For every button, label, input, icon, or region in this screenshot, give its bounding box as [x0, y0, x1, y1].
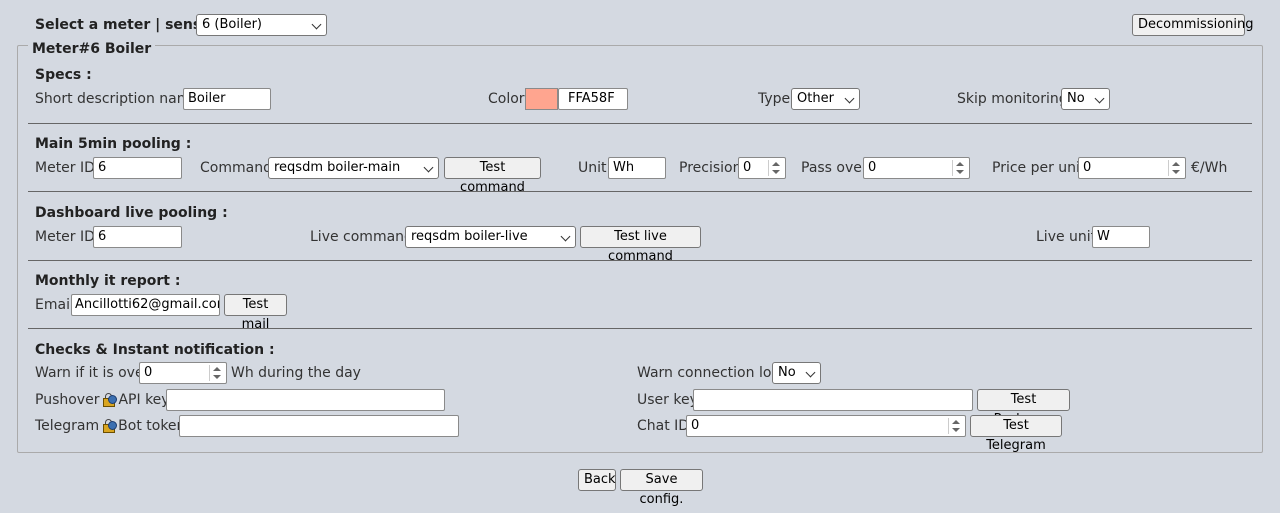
- main-pooling-heading: Main 5min pooling :: [35, 136, 192, 152]
- spinner-icon[interactable]: [209, 365, 224, 381]
- test-mail-button[interactable]: Test mail: [224, 294, 287, 332]
- pushover-text: Pushover: [35, 392, 100, 408]
- chevron-down-icon: [311, 19, 322, 30]
- pass-over-input[interactable]: 0: [863, 157, 970, 179]
- divider: [28, 328, 1252, 329]
- spinner-icon[interactable]: [1168, 160, 1183, 176]
- specs-heading: Specs :: [35, 67, 92, 83]
- warn-connection-value: No: [778, 365, 796, 380]
- live-pooling-heading: Dashboard live pooling :: [35, 205, 228, 221]
- live-unit-label: Live unit: [1036, 229, 1097, 245]
- command-select-value: reqsdm boiler-main: [274, 160, 401, 175]
- bot-token-text: Bot token: [118, 418, 186, 434]
- live-command-select[interactable]: reqsdm boiler-live: [405, 226, 576, 248]
- meter-id-label: Meter ID: [35, 160, 95, 176]
- type-select-value: Other: [797, 91, 834, 106]
- precision-label: Precision: [679, 160, 742, 176]
- meter-select-value: 6 (Boiler): [202, 17, 262, 32]
- chevron-down-icon: [560, 231, 571, 242]
- command-select[interactable]: reqsdm boiler-main: [268, 157, 439, 179]
- live-command-select-value: reqsdm boiler-live: [411, 229, 528, 244]
- lock-key-icon: [101, 418, 118, 433]
- price-label: Price per unit: [992, 160, 1086, 176]
- divider: [28, 123, 1252, 124]
- unit-input[interactable]: Wh: [608, 157, 666, 179]
- pass-over-label: Pass over: [801, 160, 868, 176]
- live-meter-id-label: Meter ID: [35, 229, 95, 245]
- telegram-text: Telegram: [35, 418, 100, 434]
- pass-over-value: 0: [868, 160, 877, 175]
- short-desc-label: Short description name: [35, 91, 200, 107]
- warn-over-input[interactable]: 0: [139, 362, 227, 384]
- test-command-button[interactable]: Test command: [444, 157, 541, 195]
- color-label: Color: [488, 91, 525, 107]
- checks-heading: Checks & Instant notification :: [35, 342, 275, 358]
- fieldset-legend: Meter#6 Boiler: [28, 41, 156, 57]
- live-meter-id-input[interactable]: 6: [93, 226, 182, 248]
- spinner-icon[interactable]: [948, 418, 963, 434]
- divider: [28, 260, 1252, 261]
- price-input[interactable]: 0: [1078, 157, 1186, 179]
- back-button[interactable]: Back: [578, 469, 616, 491]
- meter-select[interactable]: 6 (Boiler): [196, 14, 327, 36]
- warn-over-suffix: Wh during the day: [231, 365, 361, 381]
- test-live-command-button[interactable]: Test live command: [580, 226, 701, 264]
- email-label: Email: [35, 297, 74, 313]
- type-label: Type: [758, 91, 791, 107]
- precision-value: 0: [743, 160, 752, 175]
- email-input[interactable]: Ancillotti62@gmail.com: [71, 294, 220, 316]
- pushover-label: Pushover API key: [35, 392, 170, 408]
- test-pushover-button[interactable]: Test Pushover: [977, 389, 1070, 427]
- decommissioning-button[interactable]: Decommissioning: [1132, 14, 1254, 36]
- telegram-label: Telegram Bot token: [35, 418, 185, 434]
- chevron-down-icon: [1094, 93, 1105, 104]
- live-unit-input[interactable]: W: [1092, 226, 1150, 248]
- divider: [28, 191, 1252, 192]
- warn-connection-select[interactable]: No: [772, 362, 821, 384]
- save-config-button[interactable]: Save config.: [620, 469, 703, 507]
- command-label: Command: [200, 160, 272, 176]
- test-telegram-button[interactable]: Test Telegram: [970, 415, 1062, 453]
- price-value: 0: [1083, 160, 1092, 175]
- warn-connection-label: Warn connection lost: [637, 365, 785, 381]
- bot-token-input[interactable]: [179, 415, 459, 437]
- unit-label: Unit: [578, 160, 607, 176]
- warn-over-value: 0: [144, 365, 153, 380]
- api-key-text: API key: [118, 392, 170, 408]
- spinner-icon[interactable]: [768, 160, 783, 176]
- user-key-input[interactable]: [693, 389, 973, 411]
- user-key-label: User key: [637, 392, 698, 408]
- spinner-icon[interactable]: [952, 160, 967, 176]
- chat-id-value: 0: [691, 418, 700, 433]
- lock-key-icon: [101, 392, 118, 407]
- meter-id-input[interactable]: 6: [93, 157, 182, 179]
- chevron-down-icon: [805, 367, 816, 378]
- skip-monitoring-select[interactable]: No: [1061, 88, 1110, 110]
- precision-input[interactable]: 0: [738, 157, 786, 179]
- skip-monitoring-value: No: [1067, 91, 1085, 106]
- chat-id-input[interactable]: 0: [686, 415, 966, 437]
- api-key-input[interactable]: [166, 389, 445, 411]
- price-unit-label: €/Wh: [1191, 160, 1228, 176]
- short-desc-input[interactable]: Boiler: [183, 88, 271, 110]
- warn-over-label: Warn if it is over: [35, 365, 150, 381]
- skip-monitoring-label: Skip monitoring: [957, 91, 1068, 107]
- type-select[interactable]: Other: [791, 88, 860, 110]
- live-command-label: Live command: [310, 229, 413, 245]
- chevron-down-icon: [423, 162, 434, 173]
- monthly-heading: Monthly it report :: [35, 273, 181, 289]
- color-hex-input[interactable]: FFA58F: [558, 88, 628, 110]
- chat-id-label: Chat ID: [637, 418, 690, 434]
- chevron-down-icon: [844, 93, 855, 104]
- color-swatch[interactable]: [525, 88, 558, 110]
